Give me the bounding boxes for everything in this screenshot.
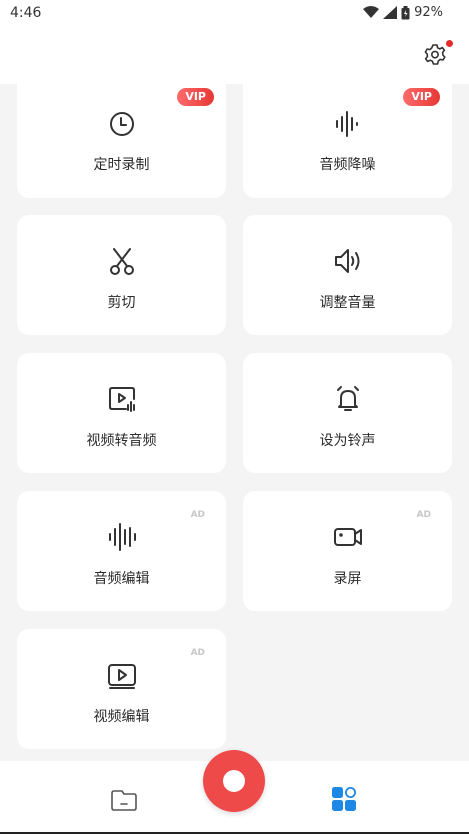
clock-icon xyxy=(109,112,134,136)
ad-badge: AD xyxy=(190,510,205,520)
folder-icon xyxy=(111,790,137,811)
volume-icon xyxy=(334,249,359,273)
gear-icon xyxy=(424,44,446,65)
tool-card-screen-record[interactable]: AD 录屏 xyxy=(243,491,452,611)
record-dot-icon xyxy=(223,770,245,792)
app-bar xyxy=(0,30,469,84)
record-button[interactable] xyxy=(203,750,265,812)
tool-card-cut[interactable]: 剪切 xyxy=(17,215,226,335)
waveform-icon xyxy=(335,111,358,137)
video-play-icon xyxy=(107,664,136,689)
nav-files-button[interactable] xyxy=(111,788,137,812)
tool-card-audio-denoise[interactable]: VIP 音频降噪 xyxy=(243,84,452,198)
tools-grid: VIP 定时录制 VIP 音频降噪 剪切 调整音量 视频转音频 设为铃声 AD … xyxy=(0,84,469,761)
tool-card-timed-record[interactable]: VIP 定时录制 xyxy=(17,84,226,198)
tool-label: 音频编辑 xyxy=(93,571,150,587)
settings-button[interactable] xyxy=(423,40,453,67)
tool-label: 录屏 xyxy=(333,571,362,587)
tool-card-video-to-audio[interactable]: 视频转音频 xyxy=(17,353,226,473)
status-time: 4:46 xyxy=(10,5,42,21)
tool-label: 视频编辑 xyxy=(93,709,150,725)
bell-icon xyxy=(336,386,359,411)
tool-card-video-edit[interactable]: AD 视频编辑 xyxy=(17,629,226,749)
notification-dot xyxy=(446,40,453,47)
battery-level: 92% xyxy=(414,5,443,20)
status-bar: 4:46 92% xyxy=(0,0,469,30)
tool-label: 设为铃声 xyxy=(319,433,376,449)
vip-badge: VIP xyxy=(177,88,214,106)
tool-card-adjust-volume[interactable]: 调整音量 xyxy=(243,215,452,335)
waveform-icon xyxy=(108,523,136,551)
tool-label: 视频转音频 xyxy=(86,433,157,449)
status-icons: 92% xyxy=(363,5,443,20)
signal-icon xyxy=(383,6,398,19)
tool-label: 剪切 xyxy=(107,295,136,311)
camera-record-icon xyxy=(333,528,362,546)
wifi-icon xyxy=(363,6,380,18)
vip-badge: VIP xyxy=(403,88,440,106)
tool-card-audio-edit[interactable]: AD 音频编辑 xyxy=(17,491,226,611)
scissors-icon xyxy=(109,248,134,275)
tool-card-set-ringtone[interactable]: 设为铃声 xyxy=(243,353,452,473)
tool-label: 定时录制 xyxy=(93,157,150,173)
tool-label: 调整音量 xyxy=(319,295,376,311)
video-to-audio-icon xyxy=(108,387,135,412)
apps-icon xyxy=(332,787,356,811)
tool-label: 音频降噪 xyxy=(319,157,376,173)
nav-tools-button[interactable] xyxy=(331,787,357,813)
battery-icon xyxy=(401,5,410,19)
ad-badge: AD xyxy=(190,648,205,658)
ad-badge: AD xyxy=(416,510,431,520)
